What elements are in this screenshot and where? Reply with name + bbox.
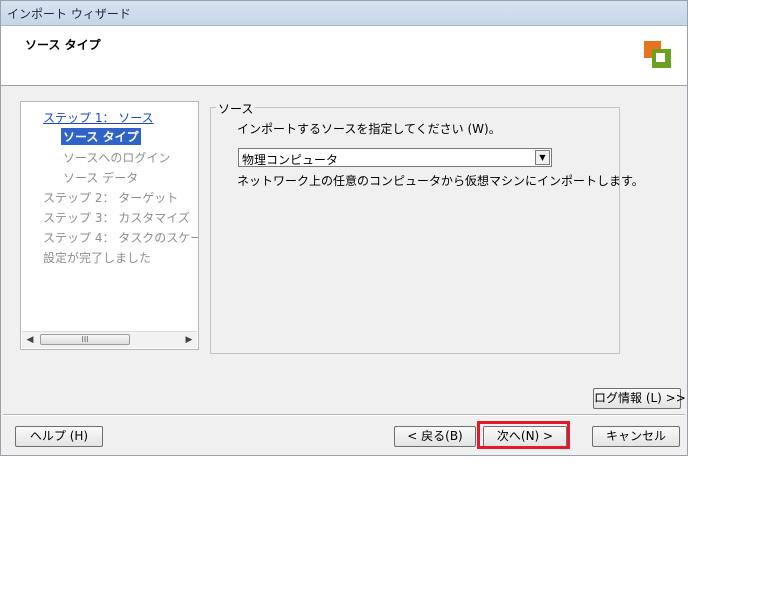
step-target: ステップ 2： ターゲット [43, 191, 179, 205]
chevron-down-icon[interactable]: ▼ [535, 150, 550, 165]
source-group-label: ソース [216, 100, 256, 117]
dropdown-selected-value: 物理コンピュータ [242, 153, 339, 167]
window-title: インポート ウィザード [7, 7, 131, 21]
step-source-data: ソース データ [63, 171, 139, 185]
page-title: ソース タイプ [25, 38, 101, 52]
help-button[interactable]: ヘルプ (H) [15, 426, 103, 447]
horizontal-scrollbar[interactable]: ◀ III ▶ [22, 331, 197, 348]
source-groupbox: ソース インポートするソースを指定してください (W)。 物理コンピュータ ▼ … [210, 100, 644, 354]
scroll-thumb[interactable]: III [40, 334, 130, 345]
steps-panel: ステップ 1： ソース ソース タイプ ソースへのログイン ソース データ ステ… [20, 101, 199, 350]
wizard-header: ソース タイプ [1, 26, 687, 86]
cancel-button[interactable]: キャンセル [592, 426, 680, 447]
step-source-link[interactable]: ステップ 1： ソース [43, 109, 154, 126]
next-button-highlight [477, 421, 570, 449]
step-schedule: ステップ 4： タスクのスケー [43, 231, 199, 245]
scroll-left-icon[interactable]: ◀ [24, 334, 36, 346]
step-source-type-current: ソース タイプ [61, 128, 141, 145]
source-prompt: インポートするソースを指定してください (W)。 [237, 122, 501, 136]
log-info-button[interactable]: ログ情報 (L) >> [593, 388, 686, 409]
step-source-login: ソースへのログイン [63, 151, 171, 165]
back-button[interactable]: < 戻る(B) [394, 426, 476, 447]
step-complete: 設定が完了しました [43, 251, 152, 265]
footer-separator [3, 414, 685, 416]
step-customize: ステップ 3： カスタマイズ [43, 211, 190, 225]
source-type-dropdown[interactable]: 物理コンピュータ ▼ [238, 148, 552, 167]
title-bar[interactable]: インポート ウィザード [1, 1, 687, 26]
import-wizard-window: インポート ウィザード ソース タイプ ステップ 1： ソース ソース タイプ … [0, 0, 688, 456]
scroll-right-icon[interactable]: ▶ [183, 334, 195, 346]
vmware-converter-logo-icon [644, 41, 671, 68]
source-description: ネットワーク上の任意のコンピュータから仮想マシンにインポートします。 [237, 174, 644, 188]
